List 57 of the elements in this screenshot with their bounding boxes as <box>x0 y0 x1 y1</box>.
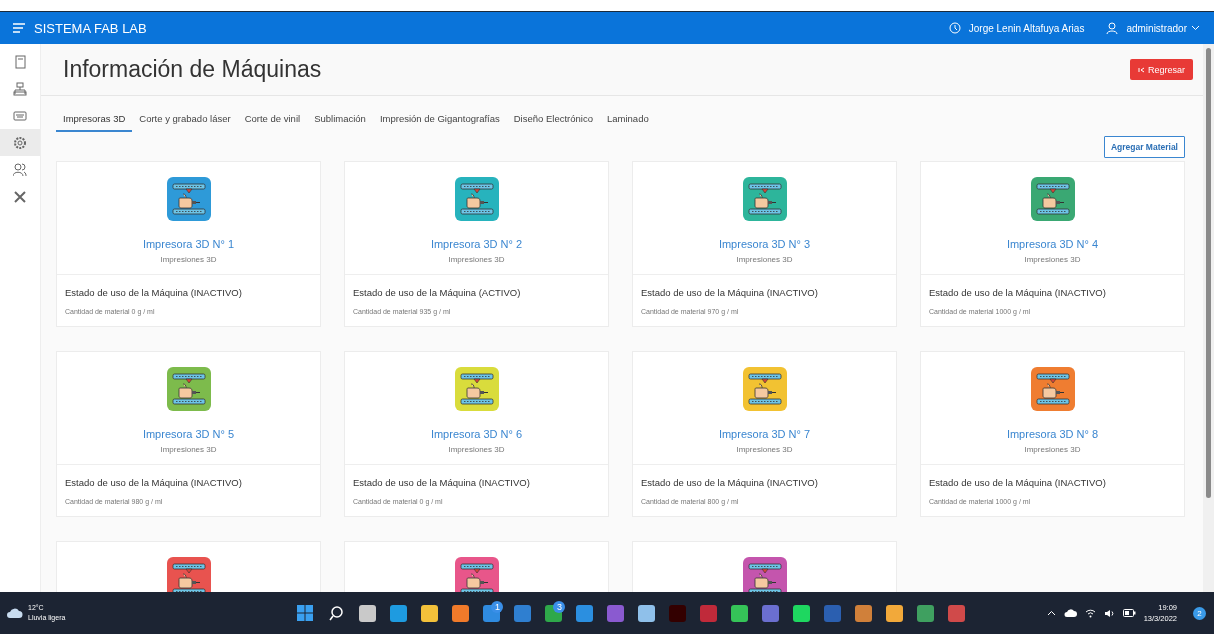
machine-category: Impresiones 3D <box>736 255 793 264</box>
machine-name[interactable]: Impresora 3D N° 4 <box>1006 238 1099 250</box>
notification-badge: 3 <box>553 601 566 613</box>
machine-name[interactable]: Impresora 3D N° 1 <box>142 238 235 250</box>
chevron-down-icon <box>1191 25 1200 31</box>
user-icon <box>1106 22 1119 34</box>
notification-badge: 1 <box>491 601 504 613</box>
user-name: Jorge Lenin Altafuya Arias <box>968 22 1085 34</box>
tab[interactable]: Corte y grabado láser <box>132 106 238 132</box>
machine-name[interactable]: Impresora 3D N° 5 <box>142 428 235 440</box>
machine-status: Estado de uso de la Máquina (INACTIVO) <box>641 477 819 488</box>
users-icon <box>13 162 27 177</box>
machine-category: Impresiones 3D <box>1024 255 1081 264</box>
machine-name[interactable]: Impresora 3D N° 2 <box>430 238 523 250</box>
machine-status: Estado de uso de la Máquina (INACTIVO) <box>65 477 243 488</box>
machine-category: Impresiones 3D <box>736 445 793 454</box>
back-button[interactable]: Regresar <box>1130 59 1193 80</box>
machine-status: Estado de uso de la Máquina (INACTIVO) <box>641 287 819 298</box>
scrollbar-thumb[interactable] <box>1206 48 1211 498</box>
machine-name[interactable]: Impresora 3D N° 7 <box>718 428 811 440</box>
machine-category: Impresiones 3D <box>448 445 505 454</box>
chevron-up-icon[interactable] <box>1046 610 1056 616</box>
battery-icon[interactable] <box>1122 609 1136 617</box>
tab[interactable]: Laminado <box>599 106 656 132</box>
wifi-icon[interactable] <box>1084 608 1096 618</box>
keyboard-icon <box>13 108 27 123</box>
rewind-icon <box>1138 66 1145 73</box>
machine-status: Estado de uso de la Máquina (INACTIVO) <box>65 287 243 298</box>
tab[interactable]: Corte de vinil <box>237 106 308 132</box>
tab[interactable]: Impresoras 3D <box>56 106 133 132</box>
speaker-icon[interactable] <box>1103 608 1115 618</box>
sitemap-icon <box>13 81 27 96</box>
machine-category: Impresiones 3D <box>1024 445 1081 454</box>
machine-category: Impresiones 3D <box>448 255 505 264</box>
tab[interactable]: Sublimación <box>307 106 373 132</box>
menu-icon[interactable] <box>12 22 26 34</box>
sidebar-item[interactable] <box>0 129 40 156</box>
cloud-icon <box>6 607 24 619</box>
machine-status: Estado de uso de la Máquina (INACTIVO) <box>353 477 531 488</box>
role-menu[interactable]: administrador <box>1126 22 1200 34</box>
machine-status: Estado de uso de la Máquina (INACTIVO) <box>929 287 1107 298</box>
add-material-button[interactable]: Agregar Material <box>1103 136 1185 158</box>
machine-category: Impresiones 3D <box>160 445 217 454</box>
machine-category: Impresiones 3D <box>160 255 217 264</box>
machine-status: Estado de uso de la Máquina (INACTIVO) <box>929 477 1107 488</box>
tab[interactable]: Impresión de Gigantografías <box>372 106 507 132</box>
machine-name[interactable]: Impresora 3D N° 8 <box>1006 428 1099 440</box>
tab[interactable]: Diseño Electrónico <box>506 106 600 132</box>
cloud-icon[interactable] <box>1063 608 1077 618</box>
notification-count[interactable]: 2 <box>1193 606 1206 620</box>
machine-name[interactable]: Impresora 3D N° 6 <box>430 428 523 440</box>
clock-icon <box>948 22 961 34</box>
gear-icon <box>13 135 27 150</box>
app-title: SISTEMA FAB LAB <box>34 20 147 36</box>
machine-status: Estado de uso de la Máquina (ACTIVO) <box>353 287 522 298</box>
page-title: Información de Máquinas <box>63 56 323 83</box>
machine-name[interactable]: Impresora 3D N° 3 <box>718 238 811 250</box>
